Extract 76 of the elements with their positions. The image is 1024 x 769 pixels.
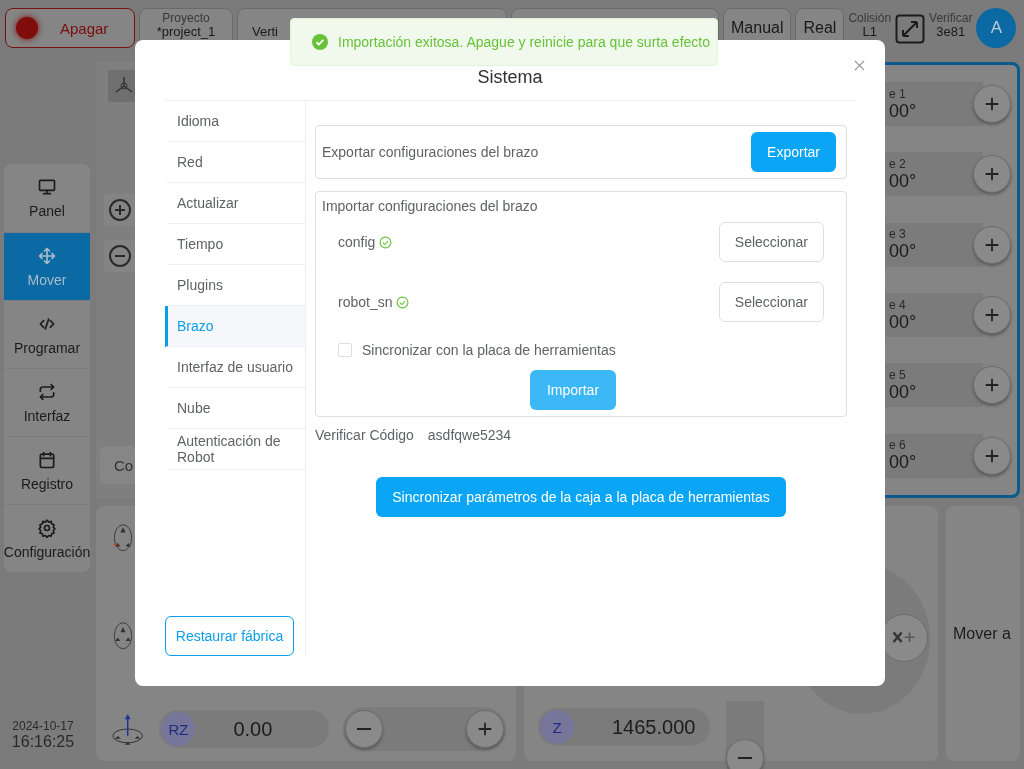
- z-value: 1465.000: [612, 715, 696, 739]
- increase-button[interactable]: [973, 85, 1011, 124]
- rz-value: 0.00: [233, 717, 273, 741]
- dialog-title: Sistema: [477, 67, 543, 88]
- sync-parameters-button[interactable]: Sincronizar parámetros de la caja a la placa de herramientas: [376, 477, 786, 517]
- file-name: robot_sn: [338, 294, 393, 310]
- zoom-in-icon[interactable]: [104, 194, 136, 226]
- joint-angle: 00°: [889, 100, 918, 122]
- nav-item[interactable]: Registro: [4, 436, 90, 504]
- power-icon: [16, 17, 38, 39]
- check-circle-icon: [312, 34, 328, 50]
- joint-angle: 00°: [889, 381, 918, 403]
- joint-angle: 00°: [889, 171, 918, 192]
- joint-label: e 3: [889, 227, 907, 242]
- joint-label: e 6: [889, 438, 907, 453]
- verify-code-value: asdfqwe5234: [427, 427, 512, 443]
- close-icon[interactable]: [854, 60, 865, 71]
- verify-code: 3e81: [936, 25, 966, 39]
- file-name: config: [338, 234, 376, 250]
- verify-label: Verificar: [929, 12, 973, 25]
- project-name: *project_1: [156, 25, 216, 39]
- nav-item[interactable]: Panel: [4, 164, 90, 232]
- nav-item[interactable]: Mover: [4, 232, 90, 300]
- increase-button[interactable]: [973, 225, 1011, 264]
- nav-item[interactable]: Interfaz: [4, 368, 90, 436]
- swap-arrows-icon: [37, 381, 57, 402]
- move-to-panel[interactable]: Mover a: [946, 506, 1020, 761]
- export-label: Exportar configuraciones del brazo: [322, 144, 539, 160]
- increase-button[interactable]: [973, 296, 1011, 335]
- nav-item[interactable]: Programar: [4, 300, 90, 368]
- time-text: 16:16:25: [11, 733, 75, 751]
- joint-label: e 4: [889, 297, 907, 312]
- increase-button[interactable]: [973, 436, 1011, 475]
- power-button[interactable]: Apagar: [5, 8, 135, 48]
- user-avatar[interactable]: A: [976, 8, 1017, 48]
- calendar-icon: [37, 449, 57, 470]
- rz-field[interactable]: RZ 0.00: [159, 710, 329, 748]
- z-rotation-icon: [110, 712, 146, 746]
- joint-label: e 2: [889, 157, 907, 171]
- toast-message: Importación exitosa. Apague y reinicie para que surta efecto: [338, 34, 710, 50]
- date-text: 2024-10-17: [12, 719, 74, 733]
- export-button[interactable]: Exportar: [751, 132, 836, 172]
- minus-icon: [356, 728, 371, 730]
- settings-icon: [37, 517, 57, 538]
- zoom-out-icon[interactable]: [104, 240, 136, 272]
- nav-item[interactable]: Configuración: [4, 504, 90, 572]
- project-label: Proyecto: [162, 12, 210, 25]
- monitor-icon: [37, 177, 57, 197]
- increase-button[interactable]: [973, 155, 1011, 194]
- settings-menu-item[interactable]: Brazo: [165, 306, 305, 347]
- import-title: Importar configuraciones del brazo: [322, 198, 539, 214]
- joint-angle: 00°: [889, 452, 918, 474]
- checkbox-label: Sincronizar con la placa de herramientas: [362, 342, 616, 358]
- collision-label: Colisión: [848, 12, 892, 25]
- tool-name: Verti: [252, 25, 278, 39]
- select-file-button[interactable]: Seleccionar: [718, 222, 824, 262]
- verify-code-label: Verificar Código: [315, 427, 414, 443]
- decrease-button[interactable]: [726, 739, 764, 769]
- joint-angle: 00°: [889, 311, 918, 333]
- select-file-button[interactable]: Seleccionar: [718, 282, 824, 322]
- z-field[interactable]: Z 1465.000: [538, 708, 710, 746]
- joint-angle: 00°: [889, 241, 918, 263]
- plus-icon: [476, 720, 494, 738]
- checkbox[interactable]: [338, 343, 352, 357]
- increase-button[interactable]: [466, 710, 504, 748]
- axis-badge: RZ: [161, 712, 196, 746]
- minus-icon: [738, 757, 752, 759]
- fullscreen-icon[interactable]: [895, 14, 926, 44]
- move-arrows-icon: [37, 245, 57, 266]
- collision-level: L1: [862, 25, 877, 39]
- axis-badge: Z: [540, 710, 574, 744]
- factory-reset-button[interactable]: Restaurar fábrica: [165, 616, 294, 656]
- x-plus-icon: [891, 630, 917, 646]
- increase-button[interactable]: [973, 366, 1011, 405]
- joint-label: e 1: [889, 86, 907, 101]
- joint-label: e 5: [889, 367, 907, 382]
